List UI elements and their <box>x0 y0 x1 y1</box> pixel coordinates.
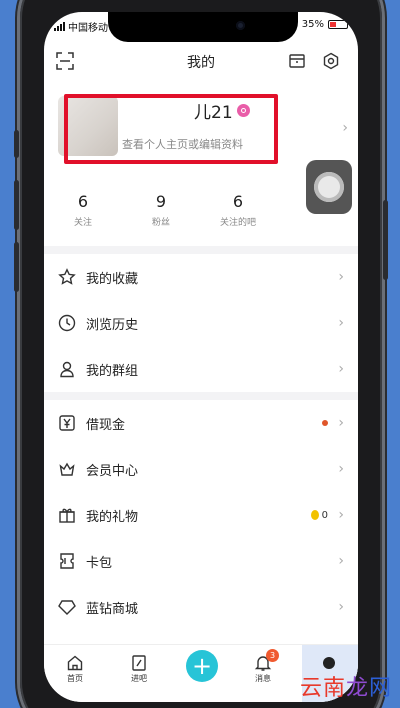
top-bar: 我的 <box>44 42 358 78</box>
star-icon <box>56 266 78 288</box>
chevron-right-icon: › <box>338 415 344 431</box>
menu-item-history[interactable]: 浏览历史 › <box>44 300 358 346</box>
stat-value: 6 <box>232 192 244 211</box>
group-icon <box>56 358 78 380</box>
home-icon <box>50 653 100 673</box>
tab-enter-bar[interactable]: 进吧 <box>114 653 164 684</box>
watermark-logo: 云南龙网 <box>299 676 392 701</box>
stat-fans[interactable]: 9 粉丝 <box>131 192 191 228</box>
stat-followed-bars[interactable]: 6 关注的吧 <box>208 192 268 228</box>
store-icon[interactable] <box>286 50 308 72</box>
enter-bar-icon <box>114 653 164 673</box>
chevron-right-icon: › <box>338 269 344 285</box>
menu-label: 我的收藏 <box>86 271 139 287</box>
message-count-badge: 3 <box>266 649 279 662</box>
menu-label: 蓝钻商城 <box>86 601 139 617</box>
stat-label: 粉丝 <box>151 218 170 228</box>
tab-messages[interactable]: 消息 3 <box>238 649 288 684</box>
chevron-right-icon: › <box>338 315 344 331</box>
diamond-icon <box>56 596 78 618</box>
menu-item-gifts[interactable]: 我的礼物 0 › <box>44 492 358 538</box>
menu-item-borrow-cash[interactable]: 借现金 › <box>44 400 358 446</box>
clock-icon <box>56 312 78 334</box>
tab-home[interactable]: 首页 <box>50 653 100 684</box>
mute-switch <box>14 130 19 158</box>
yen-icon <box>56 412 78 434</box>
highlight-annotation-box <box>64 94 278 164</box>
menu-label: 会员中心 <box>86 463 139 479</box>
menu-label: 浏览历史 <box>86 317 139 333</box>
menu-item-vip-center[interactable]: 会员中心 › <box>44 446 358 492</box>
menu-item-blue-diamond-mall[interactable]: 蓝钻商城 › <box>44 584 358 630</box>
stat-label: 关注的吧 <box>219 218 256 228</box>
menu-item-card-wallet[interactable]: 卡包 › <box>44 538 358 584</box>
settings-icon[interactable] <box>320 50 342 72</box>
crown-icon <box>56 458 78 480</box>
gift-count-badge: 0 <box>310 509 328 521</box>
carrier-label: 中国移动 <box>68 23 108 34</box>
coin-icon <box>310 510 319 520</box>
menu-item-favorites[interactable]: 我的收藏 › <box>44 254 358 300</box>
gift-icon <box>56 504 78 526</box>
stat-following[interactable]: 6 关注 <box>53 192 113 228</box>
page-title: 我的 <box>187 55 215 71</box>
chevron-right-icon: › <box>338 361 344 377</box>
card-icon <box>56 550 78 572</box>
assistive-touch-button[interactable] <box>306 160 352 214</box>
front-camera <box>236 21 245 30</box>
volume-up-button <box>14 180 19 230</box>
notch <box>108 12 298 42</box>
menu-label: 卡包 <box>86 555 113 571</box>
power-button <box>383 200 388 280</box>
menu-item-groups[interactable]: 我的群组 › <box>44 346 358 392</box>
gift-count: 0 <box>321 509 328 521</box>
stat-value: 9 <box>155 192 167 211</box>
chevron-right-icon: › <box>338 553 344 569</box>
bell-icon <box>238 653 288 673</box>
battery-percent: 35% <box>301 19 324 30</box>
chevron-right-icon: › <box>342 120 348 136</box>
stat-label: 关注 <box>73 218 92 228</box>
phone-screen: 中国移动 ◔ ◷ 35% 我的 儿21 查看个人主页或编辑资料 <box>44 12 358 702</box>
section-divider <box>44 246 358 254</box>
stat-value: 6 <box>77 192 89 211</box>
menu-label: 我的群组 <box>86 363 139 379</box>
battery-icon <box>328 20 348 29</box>
post-add-button[interactable]: + <box>186 650 218 682</box>
tab-label: 首页 <box>67 674 83 683</box>
chevron-right-icon: › <box>338 599 344 615</box>
menu-label: 我的礼物 <box>86 509 139 525</box>
tab-label: 消息 <box>255 674 271 683</box>
new-dot-badge <box>322 420 328 426</box>
signal-icon <box>54 22 65 31</box>
volume-down-button <box>14 242 19 292</box>
menu-label: 借现金 <box>86 417 126 433</box>
section-divider <box>44 392 358 400</box>
chevron-right-icon: › <box>338 461 344 477</box>
tab-label: 进吧 <box>131 674 147 683</box>
chevron-right-icon: › <box>338 507 344 523</box>
